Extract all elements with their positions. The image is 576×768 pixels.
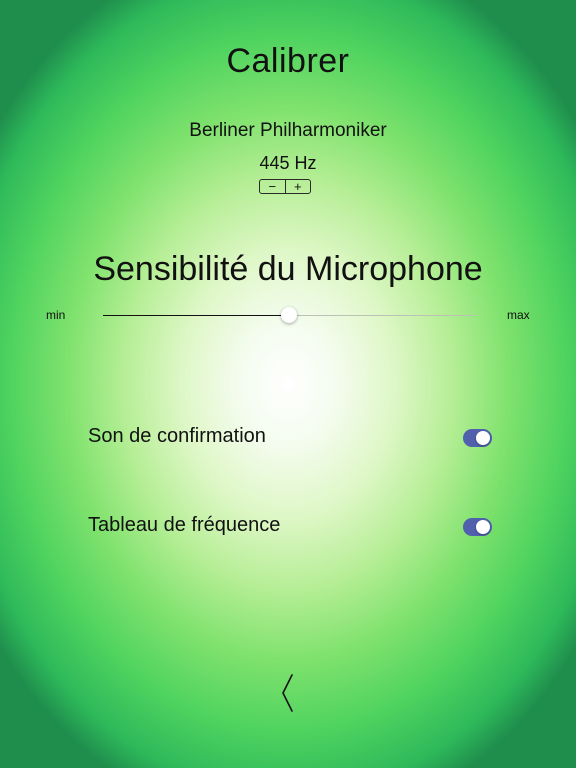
chevron-left-icon[interactable] — [278, 674, 298, 712]
toggle-knob — [476, 520, 490, 534]
sensitivity-title: Sensibilité du Microphone — [93, 250, 483, 288]
toggle-knob — [476, 431, 490, 445]
frequency-value: 445 Hz — [259, 153, 317, 173]
slider-thumb[interactable] — [281, 307, 297, 323]
orchestra-name: Berliner Philharmoniker — [189, 120, 387, 141]
confirmation-sound-label: Son de confirmation — [88, 425, 266, 447]
frequency-stepper[interactable]: − + — [259, 179, 311, 194]
sensitivity-slider[interactable] — [103, 307, 475, 323]
confirmation-sound-toggle[interactable] — [463, 429, 492, 447]
slider-min-label: min — [46, 308, 66, 322]
slider-max-label: max — [507, 308, 530, 322]
frequency-table-label: Tableau de fréquence — [88, 514, 281, 536]
decrement-button[interactable]: − — [260, 180, 286, 193]
slider-fill — [103, 315, 289, 316]
increment-button[interactable]: + — [286, 180, 311, 193]
frequency-table-toggle[interactable] — [463, 518, 492, 536]
page-title: Calibrer — [226, 42, 350, 80]
